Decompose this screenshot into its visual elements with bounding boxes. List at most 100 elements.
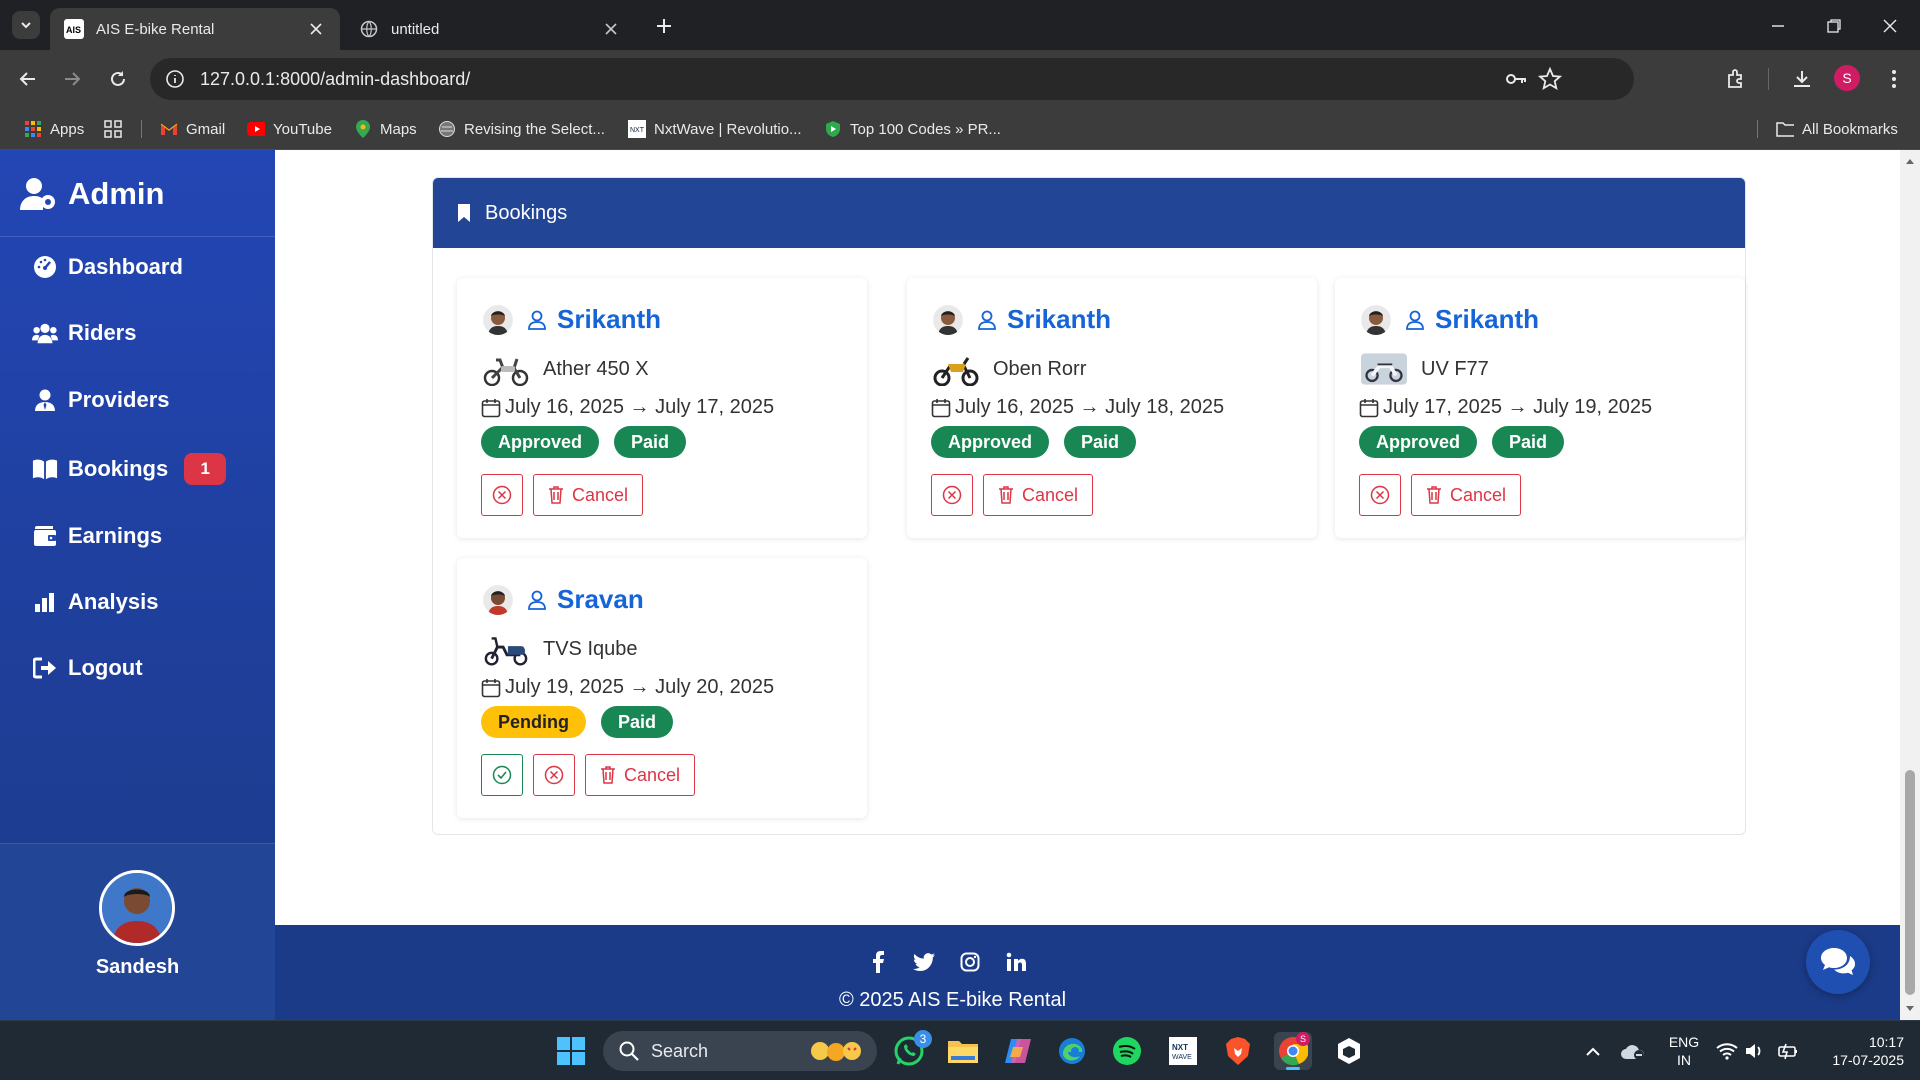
bookmark-youtube[interactable]: YouTube	[247, 118, 332, 140]
address-bar[interactable]: 127.0.0.1:8000/admin-dashboard/	[150, 58, 1634, 100]
search-label: Search	[651, 1040, 709, 1061]
trash-icon	[600, 766, 616, 784]
facebook-icon[interactable]	[865, 949, 891, 975]
bookmark-apps[interactable]: Apps	[24, 118, 84, 140]
close-tab-icon[interactable]	[306, 19, 326, 39]
profile-avatar[interactable]: S	[1834, 65, 1860, 91]
cancel-booking-button[interactable]: Cancel	[1411, 474, 1522, 516]
bookmark-label: Apps	[50, 120, 85, 138]
language-indicator[interactable]: ENG IN	[1664, 1033, 1704, 1069]
sidebar-item-earnings[interactable]: Earnings	[32, 523, 162, 549]
battery-charging-icon[interactable]	[1768, 1032, 1806, 1070]
bookmark-maps[interactable]: Maps	[354, 118, 417, 140]
tab-untitled[interactable]: untitled	[345, 8, 635, 50]
comments-icon	[1821, 948, 1855, 975]
brand-title: Admin	[68, 176, 165, 211]
sidebar-item-riders[interactable]: Riders	[32, 320, 136, 346]
app-cube-icon[interactable]	[1330, 1032, 1368, 1070]
menu-kebab-icon[interactable]	[1880, 65, 1908, 93]
nxtwave-app-icon[interactable]: NXT WAVE	[1164, 1032, 1202, 1070]
reload-icon[interactable]	[104, 65, 132, 93]
reject-button[interactable]	[533, 754, 575, 796]
minimize-icon[interactable]	[1764, 12, 1792, 40]
chrome-icon[interactable]: S	[1274, 1032, 1312, 1070]
scrollbar-thumb[interactable]	[1905, 770, 1915, 995]
booking-dates: July 16, 2025 → July 17, 2025	[505, 396, 775, 418]
ebike-image	[1361, 352, 1407, 386]
extensions-icon[interactable]	[1722, 65, 1750, 93]
new-tab-plus-icon[interactable]	[652, 14, 676, 38]
page-scrollbar[interactable]	[1900, 150, 1920, 1020]
sidebar-item-label: Analysis	[68, 589, 159, 614]
rider-avatar	[933, 304, 963, 335]
calendar-icon	[1359, 398, 1379, 418]
book-open-icon	[32, 457, 58, 481]
tab-ais-ebike-rental[interactable]: AIS AIS E-bike Rental	[50, 8, 340, 50]
chat-widget-button[interactable]	[1806, 930, 1870, 994]
tray-chevron-up-icon[interactable]	[1574, 1032, 1612, 1070]
restore-icon[interactable]	[1820, 12, 1848, 40]
booking-dates: July 16, 2025 → July 18, 2025	[955, 396, 1225, 418]
tab-title: untitled	[391, 20, 440, 38]
bookmark-nxtwave[interactable]: NXT NxtWave | Revolutio...	[628, 118, 802, 140]
sidebar-item-bookings[interactable]: Bookings 1	[32, 453, 227, 485]
taskbar-search-box[interactable]: Search	[603, 1031, 877, 1071]
whatsapp-icon[interactable]: 3	[890, 1030, 932, 1070]
password-key-icon[interactable]	[1504, 67, 1528, 91]
rider-name[interactable]: Srikanth	[557, 304, 661, 335]
chrome-profile-badge: S	[1296, 1032, 1310, 1046]
sidebar-item-providers[interactable]: Providers	[32, 387, 170, 413]
windows-start-icon[interactable]	[552, 1032, 590, 1070]
cancel-booking-button[interactable]: Cancel	[533, 474, 644, 516]
back-arrow-icon[interactable]	[14, 65, 42, 93]
rider-avatar	[483, 304, 513, 335]
url-text[interactable]: 127.0.0.1:8000/admin-dashboard/	[200, 69, 470, 90]
tab-groups-icon[interactable]	[104, 118, 122, 140]
reject-button[interactable]	[1359, 474, 1401, 516]
onedrive-cloud-icon[interactable]	[1614, 1032, 1652, 1070]
linkedin-icon[interactable]	[1003, 949, 1029, 975]
gauge-icon	[32, 255, 58, 279]
copilot-icon[interactable]	[999, 1032, 1037, 1070]
avatar[interactable]	[99, 870, 175, 946]
cancel-booking-button[interactable]: Cancel	[585, 754, 696, 796]
trash-icon	[1426, 486, 1442, 504]
user-outline-icon	[977, 310, 997, 330]
rider-name[interactable]: Srikanth	[1007, 304, 1111, 335]
close-tab-icon[interactable]	[601, 19, 621, 39]
file-explorer-icon[interactable]	[944, 1032, 982, 1070]
bookmark-star-icon[interactable]	[1538, 67, 1562, 91]
reject-button[interactable]	[481, 474, 523, 516]
forward-arrow-icon[interactable]	[58, 65, 86, 93]
brave-browser-icon[interactable]	[1219, 1032, 1257, 1070]
bike-name: Oben Rorr	[993, 357, 1087, 380]
sidebar-item-analysis[interactable]: Analysis	[32, 589, 159, 615]
payment-badge: Paid	[601, 706, 674, 738]
close-window-icon[interactable]	[1876, 12, 1904, 40]
bookmark-gmail[interactable]: Gmail	[160, 118, 225, 140]
bookmark-revising-the-select[interactable]: Revising the Select...	[438, 118, 605, 140]
twitter-icon[interactable]	[911, 949, 937, 975]
sidebar-user-section: Sandesh	[0, 843, 275, 1020]
spotify-icon[interactable]	[1108, 1032, 1146, 1070]
download-icon[interactable]	[1788, 65, 1816, 93]
bookmark-label: Revising the Select...	[464, 120, 605, 138]
reject-button[interactable]	[931, 474, 973, 516]
bookmark-top-100-codes[interactable]: Top 100 Codes » PR...	[824, 118, 1001, 140]
edge-browser-icon[interactable]	[1053, 1032, 1091, 1070]
approve-button[interactable]	[481, 754, 523, 796]
taskbar-clock[interactable]: 10:17 17-07-2025	[1808, 1033, 1904, 1069]
payment-badge: Paid	[1492, 426, 1565, 458]
sidebar-item-dashboard[interactable]: Dashboard	[32, 254, 183, 280]
all-bookmarks-button[interactable]: All Bookmarks	[1776, 118, 1898, 140]
rider-name[interactable]: Sravan	[557, 584, 644, 615]
site-info-icon[interactable]	[164, 68, 186, 90]
language-code: ENG	[1668, 1034, 1700, 1050]
user-gear-icon	[20, 177, 58, 211]
tab-search-button[interactable]	[12, 11, 40, 39]
cancel-booking-button[interactable]: Cancel	[983, 474, 1094, 516]
sidebar-item-logout[interactable]: Logout	[32, 655, 143, 681]
rider-name[interactable]: Srikanth	[1435, 304, 1539, 335]
payment-badge: Paid	[1064, 426, 1137, 458]
instagram-icon[interactable]	[957, 949, 983, 975]
